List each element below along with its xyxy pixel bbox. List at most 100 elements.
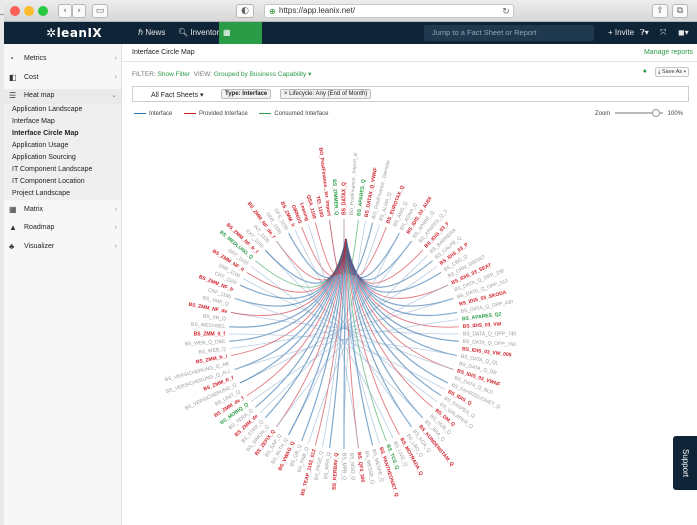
legend-consumed: Consumed Interface bbox=[259, 111, 328, 117]
browser-window: ‹ › ▭ ◐ ⊕ https://app.leanix.net/ ↻ ⇪ ⧉ … bbox=[4, 0, 697, 525]
sidebar-subitem-interface-circle-map[interactable]: Interface Circle Map bbox=[4, 127, 121, 140]
nav-news[interactable]: ℏ News bbox=[134, 22, 169, 44]
matrix-icon: ▦ bbox=[9, 204, 17, 214]
chart-icon: ▦ bbox=[223, 28, 231, 37]
sidebar-subitem-interface-map[interactable]: Interface Map bbox=[4, 115, 121, 128]
zoom-control: Zoom 100% bbox=[594, 109, 683, 118]
sidebar-toggle-icon[interactable]: ▭ bbox=[92, 4, 108, 18]
avatar[interactable]: ◼▾ bbox=[674, 22, 693, 44]
view-dropdown[interactable]: Grouped by Business Capability ▾ bbox=[214, 71, 312, 78]
zoom-window-button[interactable] bbox=[38, 6, 48, 16]
node-label[interactable]: BS_DATA_Q_OPP_740 bbox=[463, 331, 516, 337]
node-label[interactable]: BS_MSO_Q bbox=[348, 453, 356, 481]
node-label[interactable]: BS_IDIS_03_VW bbox=[463, 321, 502, 329]
expand-icon[interactable]: ⤧ bbox=[656, 22, 670, 44]
filter-bar: FILTER: Show Filter VIEW: Grouped by Bus… bbox=[132, 70, 311, 78]
node-label[interactable]: BS_ZMM_it_f bbox=[194, 331, 226, 337]
zoom-value: 100% bbox=[667, 111, 683, 117]
sidebar-item-cost[interactable]: ◧ Cost › bbox=[4, 71, 121, 86]
sidebar-item-visualizer[interactable]: ♣ Visualizer › bbox=[4, 240, 121, 255]
node-labels: BS_DATAX_Q BO_PostFinance...Import_alBS_A… bbox=[164, 147, 516, 497]
zoom-slider[interactable] bbox=[614, 109, 663, 118]
address-bar[interactable]: ⊕ https://app.leanix.net/ bbox=[264, 4, 514, 18]
search-icon: 🔍︎ bbox=[178, 28, 189, 37]
sidebar-item-roadmap[interactable]: ▲ Roadmap › bbox=[4, 221, 121, 236]
node-label[interactable]: BS_MPB_Q bbox=[341, 453, 347, 480]
metrics-icon: ◔ bbox=[9, 54, 14, 63]
show-filter-link[interactable]: Show Filter bbox=[158, 71, 191, 78]
sidebar-item-label: Matrix bbox=[24, 205, 44, 213]
view-label: VIEW: bbox=[193, 71, 212, 78]
visualizer-icon: ♣ bbox=[9, 241, 15, 251]
sidebar-subitem-application-landscape[interactable]: Application Landscape bbox=[4, 103, 121, 116]
url-text: https://app.leanix.net/ bbox=[279, 6, 356, 15]
sidebar-item-label: Heat map bbox=[24, 92, 55, 99]
node-label[interactable]: BS_MRS_Q bbox=[323, 452, 332, 480]
all-fact-sheets-dropdown[interactable]: All Fact Sheets ▾ bbox=[151, 91, 204, 99]
sidebar-item-matrix[interactable]: ▦ Matrix › bbox=[4, 203, 121, 218]
jump-to-search[interactable]: Jump to a Fact Sheet or Report bbox=[424, 25, 594, 41]
chevron-right-icon: › bbox=[114, 73, 117, 81]
save-as-button[interactable]: ⤓ Save As ▾ bbox=[655, 67, 689, 77]
app-navbar: ✲leanIX ℏ News 🔍︎ Inventory ▦ Reporting … bbox=[4, 22, 697, 59]
share-icon[interactable]: ⇪ bbox=[652, 4, 668, 18]
forward-button[interactable]: › bbox=[72, 4, 86, 18]
jump-placeholder: Jump to a Fact Sheet or Report bbox=[432, 28, 537, 37]
lifecycle-chip-label: × Lifecycle: Any (End of Month) bbox=[284, 91, 368, 97]
reload-icon[interactable]: ↻ bbox=[501, 6, 511, 17]
back-button[interactable]: ‹ bbox=[58, 4, 72, 18]
manage-reports-link[interactable]: Manage reports bbox=[644, 49, 693, 56]
nav-reporting[interactable]: ▦ Reporting bbox=[219, 22, 262, 59]
help-icon[interactable]: ❓︎▾ bbox=[636, 22, 653, 44]
node-label[interactable]: BS_DATAX_Q bbox=[341, 182, 347, 215]
nav-news-label: News bbox=[145, 28, 166, 37]
legend-provided: Provided Interface bbox=[184, 111, 248, 117]
sidebar-subitem-project-landscape[interactable]: Project Landscape bbox=[4, 187, 121, 200]
node-label[interactable]: BS_KERBAV_Q bbox=[332, 452, 340, 490]
logo-text: leanIX bbox=[56, 26, 103, 40]
comment-icon[interactable]: ● bbox=[643, 68, 647, 75]
report-area: Interface Circle Map Manage reports FILT… bbox=[122, 44, 697, 525]
minimize-window-button[interactable] bbox=[24, 6, 34, 16]
interface-link[interactable] bbox=[250, 266, 424, 419]
chevron-right-icon: › bbox=[114, 242, 117, 250]
chevron-right-icon: › bbox=[114, 205, 117, 213]
legend-swatch bbox=[259, 112, 272, 115]
support-button[interactable]: Support bbox=[673, 436, 697, 490]
node-label[interactable]: BS_ZIMMER_Q bbox=[331, 179, 339, 216]
tabs-icon[interactable]: ⧉ bbox=[672, 4, 688, 18]
cost-icon: ◧ bbox=[9, 72, 17, 82]
heatmap-icon: ☰ bbox=[9, 91, 17, 100]
lifecycle-filter-chip[interactable]: × Lifecycle: Any (End of Month) bbox=[280, 89, 372, 99]
interface-circle-map[interactable]: BS_DATAX_Q BO_PostFinance...Import_alBS_A… bbox=[122, 124, 697, 524]
zoom-label: Zoom bbox=[594, 111, 611, 117]
node-label[interactable]: BS_XR_Q bbox=[203, 314, 227, 323]
interface-link[interactable] bbox=[228, 333, 458, 356]
close-window-button[interactable] bbox=[10, 6, 20, 16]
legend-swatch bbox=[184, 112, 197, 115]
invite-button[interactable]: + Invite bbox=[604, 22, 638, 44]
leanix-logo[interactable]: ✲leanIX bbox=[46, 26, 102, 40]
zoom-slider-handle[interactable] bbox=[651, 109, 660, 118]
sidebar-subitem-application-usage[interactable]: Application Usage bbox=[4, 139, 121, 152]
facet-search-bar[interactable]: All Fact Sheets ▾ Type: Interface × Life… bbox=[132, 86, 689, 102]
privacy-shield-icon[interactable]: ◐ bbox=[236, 4, 254, 18]
save-as-label: Save As bbox=[661, 69, 683, 75]
chevron-right-icon: › bbox=[114, 55, 117, 62]
sidebar-subitem-application-sourcing[interactable]: Application Sourcing bbox=[4, 151, 121, 164]
sidebar-subitem-it-component-location[interactable]: IT Component Location bbox=[4, 175, 121, 188]
legend-swatch bbox=[134, 112, 146, 115]
rss-icon: ℏ bbox=[138, 28, 144, 37]
sidebar-item-metrics[interactable]: ◔ Metrics › bbox=[4, 52, 121, 67]
legend-label: Interface bbox=[149, 111, 173, 117]
browser-toolbar: ‹ › ▭ ◐ ⊕ https://app.leanix.net/ ↻ ⇪ ⧉ bbox=[4, 0, 697, 22]
globe-icon: ⊕ bbox=[269, 7, 276, 16]
reports-sidebar: ◔ Metrics › ◧ Cost › ☰ Heat map ⌄ Application … bbox=[4, 44, 122, 525]
sidebar-item-heatmap[interactable]: ☰ Heat map ⌄ bbox=[4, 89, 121, 104]
type-filter-chip[interactable]: Type: Interface bbox=[221, 89, 272, 99]
sidebar-subitem-it-component-landscape[interactable]: IT Component Landscape bbox=[4, 163, 121, 176]
sidebar-item-label: Metrics bbox=[24, 55, 47, 62]
sidebar-item-label: Roadmap bbox=[24, 224, 55, 231]
node-label[interactable]: BS_WECHSEL bbox=[191, 322, 226, 330]
page-title: Interface Circle Map bbox=[132, 49, 195, 56]
